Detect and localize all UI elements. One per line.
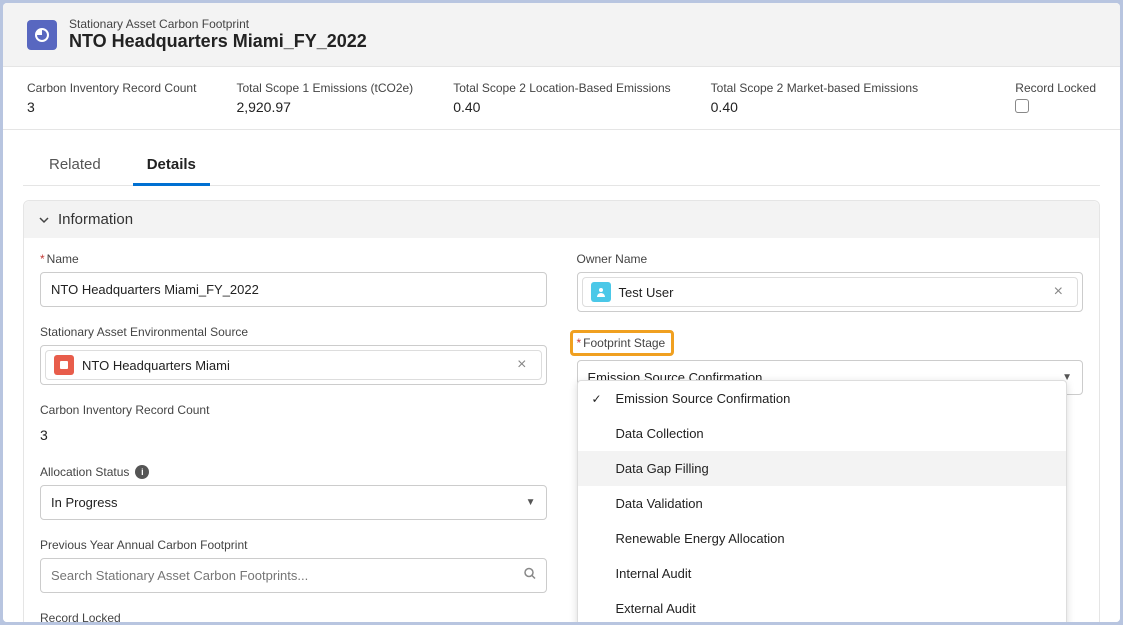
record-locked-label: Record Locked — [40, 611, 547, 622]
search-icon — [523, 566, 537, 585]
close-icon[interactable]: × — [511, 356, 532, 374]
field-count: Carbon Inventory Record Count 3 — [40, 403, 547, 447]
dropdown-option-external-audit[interactable]: External Audit — [578, 591, 1066, 622]
user-icon — [591, 282, 611, 302]
tab-related[interactable]: Related — [41, 146, 109, 185]
metric-label: Carbon Inventory Record Count — [27, 81, 196, 95]
owner-label: Owner Name — [577, 252, 1084, 266]
owner-lookup[interactable]: Test User × — [577, 272, 1084, 312]
prev-year-search-input[interactable] — [40, 558, 547, 593]
metric-value: 3 — [27, 99, 196, 115]
alloc-status-value: In Progress — [51, 495, 117, 510]
dropdown-option-data-collection[interactable]: Data Collection — [578, 416, 1066, 451]
metrics-row: Carbon Inventory Record Count 3 Total Sc… — [3, 67, 1120, 130]
header-texts: Stationary Asset Carbon Footprint NTO He… — [69, 17, 367, 52]
caret-down-icon: ▼ — [526, 497, 536, 508]
metric-label: Total Scope 2 Market-based Emissions — [711, 81, 918, 95]
metric-scope2-location: Total Scope 2 Location-Based Emissions 0… — [453, 81, 670, 115]
object-icon — [27, 20, 57, 50]
field-env-source: Stationary Asset Environmental Source NT… — [40, 325, 547, 385]
dropdown-option-emission-source-confirmation[interactable]: ✓ Emission Source Confirmation — [578, 381, 1066, 416]
field-allocation-status: Allocation Status i In Progress ▼ — [40, 465, 547, 520]
tabs: Related Details — [23, 140, 1100, 186]
metric-value: 2,920.97 — [236, 99, 413, 115]
annotation-highlight: *Footprint Stage — [570, 330, 675, 356]
field-record-locked: Record Locked — [40, 611, 547, 622]
footprint-stage-dropdown: ✓ Emission Source Confirmation Data Coll… — [577, 380, 1067, 622]
record-locked-checkbox[interactable] — [1015, 99, 1029, 113]
details-panel: Information *Name Stationary Asset Envir… — [23, 200, 1100, 622]
asset-icon — [54, 355, 74, 375]
dropdown-option-renewable-energy-allocation[interactable]: Renewable Energy Allocation — [578, 521, 1066, 556]
metric-label: Total Scope 2 Location-Based Emissions — [453, 81, 670, 95]
close-icon[interactable]: × — [1048, 283, 1069, 301]
info-icon[interactable]: i — [135, 465, 149, 479]
object-type-label: Stationary Asset Carbon Footprint — [69, 17, 367, 31]
field-owner: Owner Name Test User × — [577, 252, 1084, 312]
content-area: Related Details Information *Name Statio… — [3, 130, 1120, 622]
metric-label: Total Scope 1 Emissions (tCO2e) — [236, 81, 413, 95]
owner-value: Test User — [619, 285, 1040, 300]
metric-label: Record Locked — [1015, 81, 1096, 95]
field-name: *Name — [40, 252, 547, 307]
env-source-lookup[interactable]: NTO Headquarters Miami × — [40, 345, 547, 385]
alloc-status-label: Allocation Status — [40, 465, 129, 479]
record-header: Stationary Asset Carbon Footprint NTO He… — [3, 3, 1120, 67]
prev-year-label: Previous Year Annual Carbon Footprint — [40, 538, 547, 552]
metric-scope1: Total Scope 1 Emissions (tCO2e) 2,920.97 — [236, 81, 413, 115]
dropdown-option-data-validation[interactable]: Data Validation — [578, 486, 1066, 521]
alloc-status-select[interactable]: In Progress ▼ — [40, 485, 547, 520]
tab-details[interactable]: Details — [139, 146, 204, 185]
metric-record-locked: Record Locked — [1015, 81, 1096, 115]
metric-scope2-market: Total Scope 2 Market-based Emissions 0.4… — [711, 81, 918, 115]
footprint-stage-label: *Footprint Stage — [577, 336, 666, 350]
env-source-label: Stationary Asset Environmental Source — [40, 325, 547, 339]
right-column: Owner Name Test User × — [577, 252, 1084, 622]
metric-value: 0.40 — [711, 99, 918, 115]
form-grid: *Name Stationary Asset Environmental Sou… — [24, 238, 1099, 622]
name-input[interactable] — [40, 272, 547, 307]
name-label: *Name — [40, 252, 547, 266]
left-column: *Name Stationary Asset Environmental Sou… — [40, 252, 547, 622]
section-title: Information — [58, 211, 133, 228]
check-icon: ✓ — [592, 392, 602, 406]
metric-value: 0.40 — [453, 99, 670, 115]
record-title: NTO Headquarters Miami_FY_2022 — [69, 31, 367, 52]
field-prev-year: Previous Year Annual Carbon Footprint — [40, 538, 547, 593]
dropdown-option-data-gap-filling[interactable]: Data Gap Filling — [578, 451, 1066, 486]
metric-count: Carbon Inventory Record Count 3 — [27, 81, 196, 115]
page-container: Stationary Asset Carbon Footprint NTO He… — [3, 3, 1120, 622]
chevron-down-icon — [38, 214, 50, 226]
dropdown-option-internal-audit[interactable]: Internal Audit — [578, 556, 1066, 591]
field-footprint-stage: *Footprint Stage Emission Source Confirm… — [577, 330, 1084, 395]
count-value: 3 — [40, 423, 547, 447]
count-label: Carbon Inventory Record Count — [40, 403, 547, 417]
section-information-header[interactable]: Information — [24, 201, 1099, 238]
env-source-value: NTO Headquarters Miami — [82, 358, 503, 373]
